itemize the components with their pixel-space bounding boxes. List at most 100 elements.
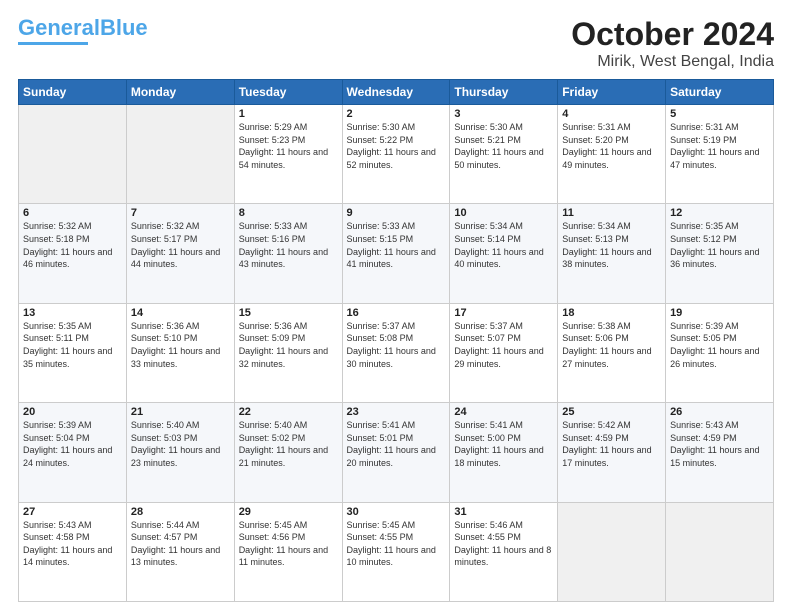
day-cell: 2Sunrise: 5:30 AMSunset: 5:22 PMDaylight… [342, 105, 450, 204]
cell-details: Sunrise: 5:36 AMSunset: 5:10 PMDaylight:… [131, 320, 230, 370]
header: GeneralBlue October 2024 Mirik, West Ben… [18, 16, 774, 71]
day-number: 24 [454, 406, 553, 418]
logo-general: General [18, 15, 100, 40]
cell-details: Sunrise: 5:30 AMSunset: 5:22 PMDaylight:… [347, 121, 446, 171]
day-number: 19 [670, 307, 769, 319]
cell-details: Sunrise: 5:36 AMSunset: 5:09 PMDaylight:… [239, 320, 338, 370]
cell-details: Sunrise: 5:42 AMSunset: 4:59 PMDaylight:… [562, 419, 661, 469]
page: GeneralBlue October 2024 Mirik, West Ben… [0, 0, 792, 612]
day-number: 17 [454, 307, 553, 319]
day-number: 23 [347, 406, 446, 418]
day-number: 31 [454, 506, 553, 518]
cell-details: Sunrise: 5:45 AMSunset: 4:56 PMDaylight:… [239, 519, 338, 569]
header-row: SundayMondayTuesdayWednesdayThursdayFrid… [19, 80, 774, 105]
day-cell: 27Sunrise: 5:43 AMSunset: 4:58 PMDayligh… [19, 502, 127, 601]
day-cell: 28Sunrise: 5:44 AMSunset: 4:57 PMDayligh… [126, 502, 234, 601]
cell-details: Sunrise: 5:33 AMSunset: 5:15 PMDaylight:… [347, 220, 446, 270]
day-cell: 6Sunrise: 5:32 AMSunset: 5:18 PMDaylight… [19, 204, 127, 303]
cell-details: Sunrise: 5:45 AMSunset: 4:55 PMDaylight:… [347, 519, 446, 569]
day-number: 11 [562, 207, 661, 219]
day-number: 3 [454, 108, 553, 120]
day-number: 15 [239, 307, 338, 319]
cell-details: Sunrise: 5:43 AMSunset: 4:59 PMDaylight:… [670, 419, 769, 469]
logo: GeneralBlue [18, 16, 148, 45]
week-row-5: 27Sunrise: 5:43 AMSunset: 4:58 PMDayligh… [19, 502, 774, 601]
week-row-1: 1Sunrise: 5:29 AMSunset: 5:23 PMDaylight… [19, 105, 774, 204]
day-cell: 22Sunrise: 5:40 AMSunset: 5:02 PMDayligh… [234, 403, 342, 502]
day-number: 18 [562, 307, 661, 319]
day-cell: 9Sunrise: 5:33 AMSunset: 5:15 PMDaylight… [342, 204, 450, 303]
day-cell: 30Sunrise: 5:45 AMSunset: 4:55 PMDayligh… [342, 502, 450, 601]
cell-details: Sunrise: 5:32 AMSunset: 5:17 PMDaylight:… [131, 220, 230, 270]
day-number: 8 [239, 207, 338, 219]
day-cell: 13Sunrise: 5:35 AMSunset: 5:11 PMDayligh… [19, 303, 127, 402]
col-header-saturday: Saturday [666, 80, 774, 105]
week-row-4: 20Sunrise: 5:39 AMSunset: 5:04 PMDayligh… [19, 403, 774, 502]
cell-details: Sunrise: 5:34 AMSunset: 5:14 PMDaylight:… [454, 220, 553, 270]
col-header-sunday: Sunday [19, 80, 127, 105]
day-number: 5 [670, 108, 769, 120]
week-row-2: 6Sunrise: 5:32 AMSunset: 5:18 PMDaylight… [19, 204, 774, 303]
col-header-monday: Monday [126, 80, 234, 105]
day-cell: 24Sunrise: 5:41 AMSunset: 5:00 PMDayligh… [450, 403, 558, 502]
cell-details: Sunrise: 5:40 AMSunset: 5:02 PMDaylight:… [239, 419, 338, 469]
day-number: 22 [239, 406, 338, 418]
cell-details: Sunrise: 5:29 AMSunset: 5:23 PMDaylight:… [239, 121, 338, 171]
day-number: 2 [347, 108, 446, 120]
day-number: 13 [23, 307, 122, 319]
cell-details: Sunrise: 5:37 AMSunset: 5:08 PMDaylight:… [347, 320, 446, 370]
cell-details: Sunrise: 5:32 AMSunset: 5:18 PMDaylight:… [23, 220, 122, 270]
week-row-3: 13Sunrise: 5:35 AMSunset: 5:11 PMDayligh… [19, 303, 774, 402]
logo-underline [18, 42, 88, 45]
calendar-title: October 2024 [571, 16, 774, 53]
day-number: 29 [239, 506, 338, 518]
cell-details: Sunrise: 5:37 AMSunset: 5:07 PMDaylight:… [454, 320, 553, 370]
day-cell: 19Sunrise: 5:39 AMSunset: 5:05 PMDayligh… [666, 303, 774, 402]
day-number: 30 [347, 506, 446, 518]
cell-details: Sunrise: 5:40 AMSunset: 5:03 PMDaylight:… [131, 419, 230, 469]
day-cell: 1Sunrise: 5:29 AMSunset: 5:23 PMDaylight… [234, 105, 342, 204]
day-number: 27 [23, 506, 122, 518]
day-cell: 5Sunrise: 5:31 AMSunset: 5:19 PMDaylight… [666, 105, 774, 204]
day-cell: 3Sunrise: 5:30 AMSunset: 5:21 PMDaylight… [450, 105, 558, 204]
day-number: 25 [562, 406, 661, 418]
cell-details: Sunrise: 5:34 AMSunset: 5:13 PMDaylight:… [562, 220, 661, 270]
col-header-thursday: Thursday [450, 80, 558, 105]
day-cell: 17Sunrise: 5:37 AMSunset: 5:07 PMDayligh… [450, 303, 558, 402]
day-cell [19, 105, 127, 204]
day-cell: 23Sunrise: 5:41 AMSunset: 5:01 PMDayligh… [342, 403, 450, 502]
day-cell [126, 105, 234, 204]
col-header-tuesday: Tuesday [234, 80, 342, 105]
day-number: 14 [131, 307, 230, 319]
col-header-friday: Friday [558, 80, 666, 105]
day-number: 9 [347, 207, 446, 219]
day-number: 16 [347, 307, 446, 319]
day-cell: 18Sunrise: 5:38 AMSunset: 5:06 PMDayligh… [558, 303, 666, 402]
day-cell: 25Sunrise: 5:42 AMSunset: 4:59 PMDayligh… [558, 403, 666, 502]
calendar-subtitle: Mirik, West Bengal, India [571, 53, 774, 71]
day-cell: 15Sunrise: 5:36 AMSunset: 5:09 PMDayligh… [234, 303, 342, 402]
day-number: 4 [562, 108, 661, 120]
calendar-table: SundayMondayTuesdayWednesdayThursdayFrid… [18, 79, 774, 602]
day-number: 26 [670, 406, 769, 418]
cell-details: Sunrise: 5:43 AMSunset: 4:58 PMDaylight:… [23, 519, 122, 569]
day-cell [666, 502, 774, 601]
day-number: 10 [454, 207, 553, 219]
cell-details: Sunrise: 5:39 AMSunset: 5:04 PMDaylight:… [23, 419, 122, 469]
col-header-wednesday: Wednesday [342, 80, 450, 105]
cell-details: Sunrise: 5:46 AMSunset: 4:55 PMDaylight:… [454, 519, 553, 569]
day-number: 20 [23, 406, 122, 418]
cell-details: Sunrise: 5:35 AMSunset: 5:11 PMDaylight:… [23, 320, 122, 370]
day-cell: 10Sunrise: 5:34 AMSunset: 5:14 PMDayligh… [450, 204, 558, 303]
day-cell: 7Sunrise: 5:32 AMSunset: 5:17 PMDaylight… [126, 204, 234, 303]
day-number: 28 [131, 506, 230, 518]
cell-details: Sunrise: 5:33 AMSunset: 5:16 PMDaylight:… [239, 220, 338, 270]
day-number: 6 [23, 207, 122, 219]
logo-blue: Blue [100, 15, 148, 40]
day-cell: 12Sunrise: 5:35 AMSunset: 5:12 PMDayligh… [666, 204, 774, 303]
day-cell: 20Sunrise: 5:39 AMSunset: 5:04 PMDayligh… [19, 403, 127, 502]
day-cell: 11Sunrise: 5:34 AMSunset: 5:13 PMDayligh… [558, 204, 666, 303]
day-number: 12 [670, 207, 769, 219]
day-number: 21 [131, 406, 230, 418]
day-cell [558, 502, 666, 601]
